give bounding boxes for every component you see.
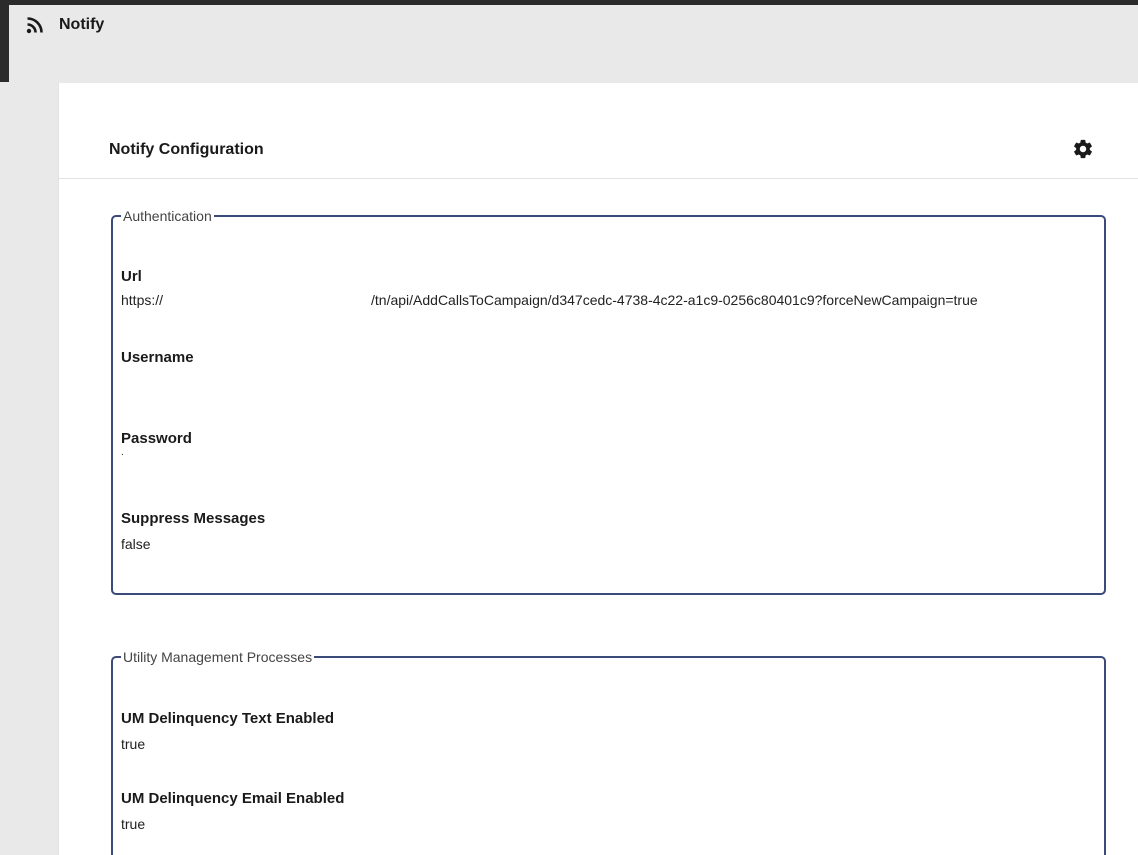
settings-button[interactable]	[1071, 139, 1095, 163]
um-email-enabled-value: true	[121, 816, 146, 832]
um-text-enabled-value: true	[121, 736, 146, 752]
url-value-prefix: https://	[121, 292, 164, 308]
username-label: Username	[121, 349, 194, 366]
suppress-messages-field: Suppress Messages false	[121, 510, 265, 553]
um-text-enabled-field: UM Delinquency Text Enabled true	[121, 710, 334, 753]
url-label: Url	[121, 268, 142, 285]
password-field: Password .	[121, 430, 192, 458]
utility-management-fieldset: Utility Management Processes UM Delinque…	[111, 649, 1106, 855]
um-email-enabled-field: UM Delinquency Email Enabled true	[121, 790, 344, 833]
url-value: https:// /tn/api/AddCallsToCampaign/d347…	[121, 291, 978, 309]
rss-feed-icon	[25, 15, 45, 35]
authentication-fieldset: Authentication Url https:// /tn/api/AddC…	[111, 208, 1106, 595]
um-text-enabled-label: UM Delinquency Text Enabled	[121, 710, 335, 727]
username-field: Username	[121, 349, 194, 374]
password-value: .	[121, 447, 124, 458]
authentication-legend: Authentication	[123, 208, 212, 224]
window-frame-left	[0, 0, 9, 82]
password-label: Password	[121, 430, 192, 447]
suppress-messages-value: false	[121, 536, 151, 552]
url-value-path: /tn/api/AddCallsToCampaign/d347cedc-4738…	[371, 292, 978, 308]
gear-icon	[1072, 138, 1094, 165]
app-header: Notify	[25, 12, 104, 38]
page: Notify Notify Configuration Authenticati…	[0, 0, 1138, 855]
app-title: Notify	[59, 16, 105, 33]
url-field: Url https:// /tn/api/AddCallsToCampaign/…	[121, 268, 978, 309]
config-card: Notify Configuration Authentication Url …	[58, 83, 1138, 855]
utility-management-legend: Utility Management Processes	[123, 649, 313, 665]
window-frame-top	[0, 0, 1138, 5]
suppress-messages-label: Suppress Messages	[121, 510, 266, 527]
um-email-enabled-label: UM Delinquency Email Enabled	[121, 790, 345, 807]
card-header: Notify Configuration	[59, 83, 1138, 179]
card-title: Notify Configuration	[109, 141, 264, 158]
